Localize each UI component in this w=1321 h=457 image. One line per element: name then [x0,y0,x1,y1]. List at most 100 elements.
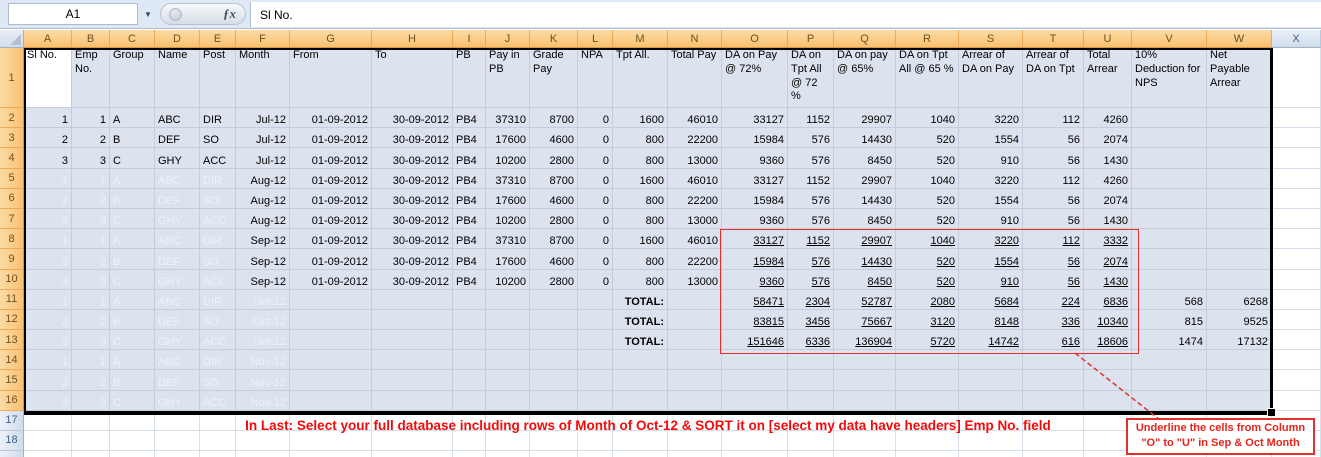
cell-A12[interactable]: 2 [24,310,72,330]
cell-S2[interactable]: 3220 [959,108,1023,128]
cell-D1[interactable]: Name [155,48,200,108]
cell-L8[interactable]: 0 [578,229,613,249]
cell-T19[interactable] [1023,451,1084,457]
cell-I16[interactable] [453,391,486,411]
cell-B18[interactable] [72,431,110,451]
cell-C2[interactable]: A [110,108,155,128]
cell-L1[interactable]: NPA [578,48,613,108]
cell-K4[interactable]: 2800 [530,148,578,168]
cell-P3[interactable]: 576 [788,128,834,148]
cell-M2[interactable]: 1600 [613,108,668,128]
cell-F13[interactable]: Oct-12 [236,330,290,350]
cell-M8[interactable]: 1600 [613,229,668,249]
cell-H7[interactable]: 30-09-2012 [372,209,453,229]
col-header-E[interactable]: E [200,30,236,48]
cell-H3[interactable]: 30-09-2012 [372,128,453,148]
cell-F6[interactable]: Aug-12 [236,189,290,209]
cell-B10[interactable]: 3 [72,270,110,290]
cell-E13[interactable]: ACC [200,330,236,350]
cell-X4[interactable] [1272,148,1321,168]
cell-U18[interactable] [1084,431,1132,451]
cell-R5[interactable]: 1040 [896,169,959,189]
cell-J16[interactable] [486,391,530,411]
cell-F18[interactable] [236,431,290,451]
cell-F8[interactable]: Sep-12 [236,229,290,249]
cell-Q2[interactable]: 29907 [834,108,896,128]
cell-N16[interactable] [668,391,722,411]
cell-V13[interactable]: 1474 [1132,330,1207,350]
cell-P19[interactable] [788,451,834,457]
col-header-G[interactable]: G [290,30,372,48]
cell-G19[interactable] [290,451,372,457]
cell-K3[interactable]: 4600 [530,128,578,148]
cell-C3[interactable]: B [110,128,155,148]
cell-D14[interactable]: ABC [155,350,200,370]
cell-M9[interactable]: 800 [613,249,668,269]
cell-K8[interactable]: 8700 [530,229,578,249]
cell-B1[interactable]: Emp No. [72,48,110,108]
cell-M19[interactable] [613,451,668,457]
cell-A3[interactable]: 2 [24,128,72,148]
cell-W10[interactable] [1207,270,1272,290]
cell-G9[interactable]: 01-09-2012 [290,249,372,269]
cell-L2[interactable]: 0 [578,108,613,128]
fill-handle[interactable] [1267,408,1275,416]
cell-T7[interactable]: 56 [1023,209,1084,229]
col-header-O[interactable]: O [722,30,788,48]
cell-U8[interactable]: 3332 [1084,229,1132,249]
cell-N5[interactable]: 46010 [668,169,722,189]
cell-R14[interactable] [896,350,959,370]
cell-S19[interactable] [959,451,1023,457]
row-header-19[interactable] [0,451,24,457]
cell-C6[interactable]: B [110,189,155,209]
cell-P4[interactable]: 576 [788,148,834,168]
cell-Q6[interactable]: 14430 [834,189,896,209]
cell-M14[interactable] [613,350,668,370]
cell-D3[interactable]: DEF [155,128,200,148]
cell-P7[interactable]: 576 [788,209,834,229]
cell-N3[interactable]: 22200 [668,128,722,148]
cell-T1[interactable]: Arrear of DA on Tpt [1023,48,1084,108]
cell-M16[interactable] [613,391,668,411]
cell-O13[interactable]: 151646 [722,330,788,350]
cell-W16[interactable] [1207,391,1272,411]
cell-I12[interactable] [453,310,486,330]
cell-K9[interactable]: 4600 [530,249,578,269]
cell-J11[interactable] [486,290,530,310]
cell-A10[interactable]: 3 [24,270,72,290]
cell-T5[interactable]: 112 [1023,169,1084,189]
cell-C14[interactable]: A [110,350,155,370]
cell-H18[interactable] [372,431,453,451]
cell-E11[interactable]: DIR [200,290,236,310]
cell-R8[interactable]: 1040 [896,229,959,249]
cell-C12[interactable]: B [110,310,155,330]
cell-W2[interactable] [1207,108,1272,128]
cell-R15[interactable] [896,370,959,390]
cell-T10[interactable]: 56 [1023,270,1084,290]
cell-X14[interactable] [1272,350,1321,370]
cell-G5[interactable]: 01-09-2012 [290,169,372,189]
col-header-H[interactable]: H [372,30,453,48]
name-box-dropdown-icon[interactable]: ▼ [140,3,156,25]
col-header-P[interactable]: P [788,30,834,48]
cell-O5[interactable]: 33127 [722,169,788,189]
cell-R12[interactable]: 3120 [896,310,959,330]
cell-M1[interactable]: Tpt All. [613,48,668,108]
cell-F9[interactable]: Sep-12 [236,249,290,269]
col-header-I[interactable]: I [453,30,486,48]
cell-V4[interactable] [1132,148,1207,168]
cell-S5[interactable]: 3220 [959,169,1023,189]
cell-V9[interactable] [1132,249,1207,269]
cell-X10[interactable] [1272,270,1321,290]
cell-C16[interactable]: C [110,391,155,411]
cell-U9[interactable]: 2074 [1084,249,1132,269]
cell-F14[interactable]: Nov-12 [236,350,290,370]
cell-B12[interactable]: 2 [72,310,110,330]
cell-P8[interactable]: 1152 [788,229,834,249]
cell-G12[interactable] [290,310,372,330]
cell-S9[interactable]: 1554 [959,249,1023,269]
cell-B6[interactable]: 2 [72,189,110,209]
cell-H2[interactable]: 30-09-2012 [372,108,453,128]
cell-I13[interactable] [453,330,486,350]
cell-R13[interactable]: 5720 [896,330,959,350]
